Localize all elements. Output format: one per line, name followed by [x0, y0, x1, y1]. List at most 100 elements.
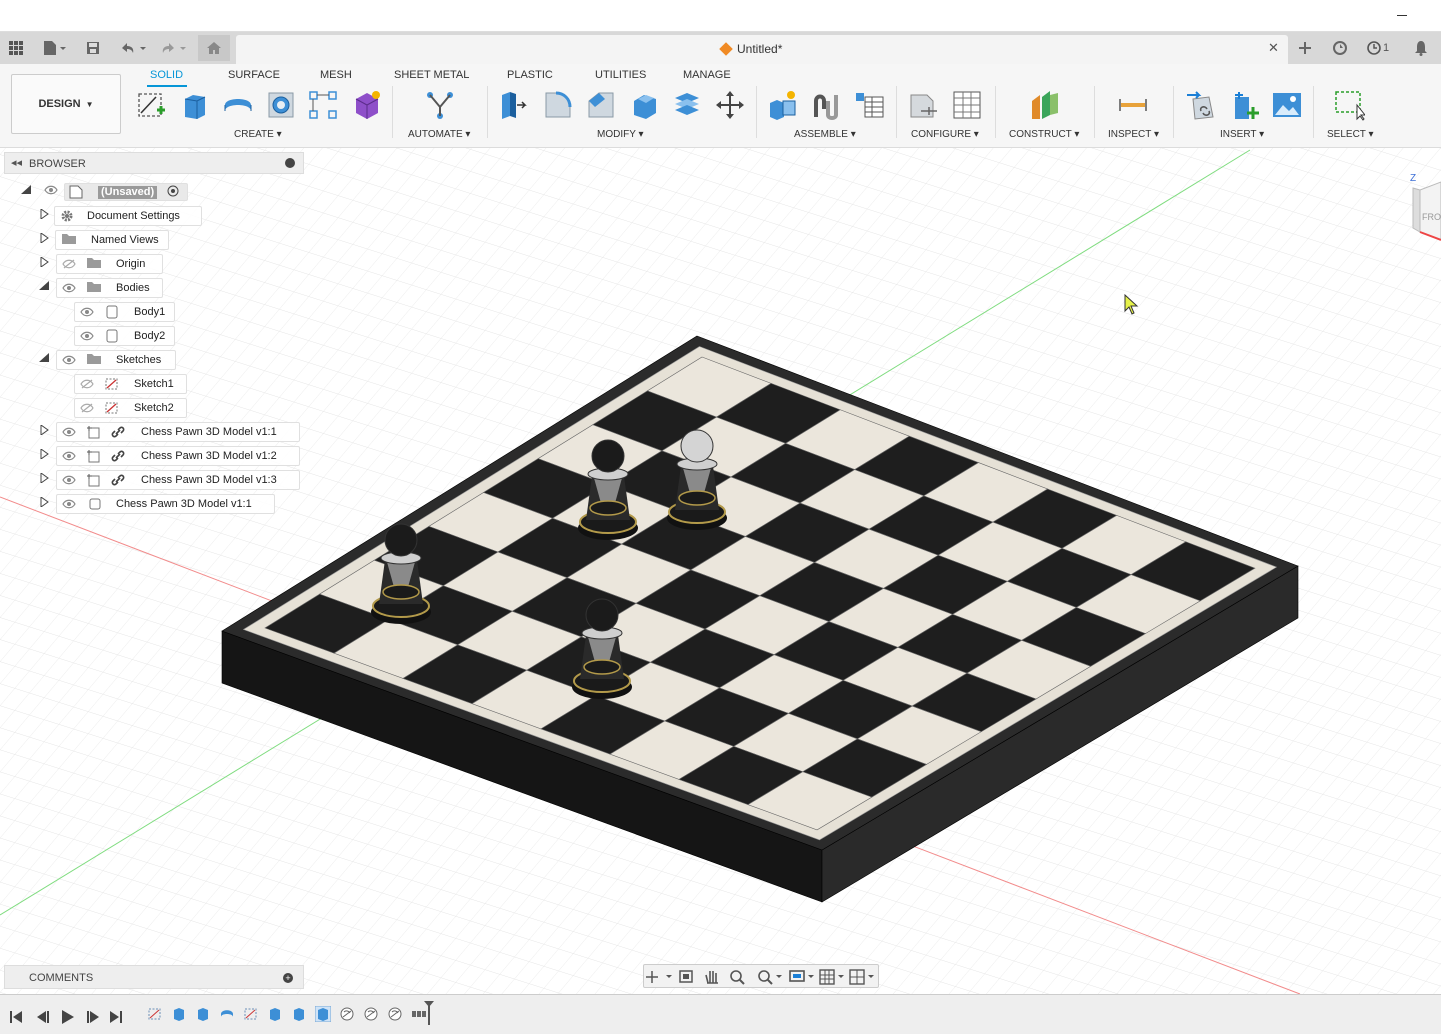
automate-icon[interactable] [423, 88, 457, 122]
split-body-icon[interactable] [670, 88, 704, 122]
redo-icon[interactable] [158, 38, 188, 58]
shell-icon[interactable] [627, 88, 661, 122]
step-forward-icon[interactable] [87, 1011, 99, 1023]
move-copy-icon[interactable] [713, 88, 747, 122]
visibility-eye-icon[interactable] [62, 499, 76, 509]
collapse-root-icon[interactable] [21, 185, 31, 195]
bill-of-materials-icon[interactable] [852, 88, 886, 122]
extrude-icon[interactable] [178, 88, 212, 122]
visibility-eye-icon[interactable] [62, 355, 76, 365]
browser-panel-header[interactable]: ◂◂ BROWSER [4, 152, 304, 174]
configure-menu[interactable]: CONFIGURE ▾ [911, 129, 979, 140]
undo-icon[interactable] [118, 38, 148, 58]
hidden-eye-icon[interactable] [80, 379, 94, 389]
inspect-menu[interactable]: INSPECT ▾ [1108, 129, 1159, 140]
assemble-menu[interactable]: ASSEMBLE ▾ [794, 129, 856, 140]
configuration-table-icon[interactable] [950, 88, 984, 122]
timeline-feature-extrude-icon[interactable] [195, 1006, 211, 1022]
file-menu-icon[interactable] [40, 38, 70, 58]
orbit-icon[interactable] [646, 971, 672, 983]
create-sketch-icon[interactable] [135, 88, 169, 122]
display-settings-icon[interactable] [789, 970, 814, 982]
timeline-feature-joint-icon[interactable] [339, 1006, 355, 1022]
expand-icon[interactable] [39, 496, 49, 508]
timeline-feature-sketch-icon[interactable] [243, 1006, 259, 1022]
expand-icon[interactable] [39, 232, 49, 244]
form-icon[interactable] [350, 88, 384, 122]
go-to-start-icon[interactable] [10, 1011, 22, 1023]
fit-icon[interactable] [758, 970, 782, 985]
fillet-icon[interactable] [541, 88, 575, 122]
hole-icon[interactable] [264, 88, 298, 122]
tab-utilities[interactable]: UTILITIES [595, 69, 646, 81]
root-visibility-eye-icon[interactable] [44, 185, 58, 195]
close-tab-icon[interactable]: ✕ [1268, 40, 1284, 56]
visibility-eye-icon[interactable] [62, 283, 76, 293]
zoom-icon[interactable] [730, 970, 745, 985]
apps-grid-icon[interactable] [8, 38, 24, 58]
insert-mesh-icon[interactable] [1228, 88, 1262, 122]
notifications-bell-icon[interactable] [1412, 38, 1430, 58]
tab-sheet-metal[interactable]: SHEET METAL [394, 69, 469, 81]
modify-menu[interactable]: MODIFY ▾ [597, 129, 644, 140]
collapse-icon[interactable] [39, 281, 49, 291]
play-icon[interactable] [62, 1010, 74, 1024]
home-icon[interactable] [198, 35, 230, 61]
new-component-icon[interactable] [766, 88, 800, 122]
select-window-icon[interactable] [1332, 88, 1366, 122]
configure-icon[interactable] [906, 88, 940, 122]
create-menu[interactable]: CREATE ▾ [234, 129, 282, 140]
job-status-button[interactable]: 1 [1364, 38, 1392, 58]
timeline-feature-extrude-icon[interactable] [171, 1006, 187, 1022]
activate-root-radio-icon[interactable] [167, 185, 179, 197]
expand-icon[interactable] [39, 208, 49, 220]
visibility-eye-icon[interactable] [62, 475, 76, 485]
pattern-icon[interactable] [306, 88, 340, 122]
extensions-icon[interactable] [1330, 38, 1350, 58]
visibility-eye-icon[interactable] [80, 307, 94, 317]
timeline-feature-sketch-icon[interactable] [147, 1006, 163, 1022]
viewcube[interactable]: Z FRO [1408, 168, 1441, 248]
expand-icon[interactable] [39, 472, 49, 484]
new-tab-icon[interactable] [1294, 38, 1316, 58]
measure-icon[interactable] [1116, 88, 1150, 122]
construct-menu[interactable]: CONSTRUCT ▾ [1009, 129, 1079, 140]
tab-manage[interactable]: MANAGE [683, 69, 731, 81]
visibility-eye-icon[interactable] [80, 331, 94, 341]
add-comment-icon[interactable]: + [283, 973, 293, 983]
offset-plane-icon[interactable] [1027, 88, 1061, 122]
hidden-eye-icon[interactable] [80, 403, 94, 413]
visibility-eye-icon[interactable] [62, 427, 76, 437]
expand-icon[interactable] [39, 256, 49, 268]
timeline-feature-joint-icon[interactable] [363, 1006, 379, 1022]
tab-mesh[interactable]: MESH [320, 69, 352, 81]
collapse-icon[interactable] [39, 353, 49, 363]
tab-surface[interactable]: SURFACE [228, 69, 280, 81]
timeline-feature-extrude-sel-icon[interactable] [314, 1005, 332, 1023]
comments-panel[interactable]: COMMENTS + [4, 965, 304, 989]
automate-menu[interactable]: AUTOMATE ▾ [408, 129, 470, 140]
timeline-feature-joint-icon[interactable] [387, 1006, 403, 1022]
hidden-eye-icon[interactable] [62, 259, 76, 269]
joint-icon[interactable] [809, 88, 843, 122]
go-to-end-icon[interactable] [110, 1011, 122, 1023]
visibility-eye-icon[interactable] [62, 451, 76, 461]
viewports-icon[interactable] [849, 969, 874, 985]
minimize-browser-icon[interactable] [285, 158, 295, 168]
timeline-feature-revolve-icon[interactable] [219, 1006, 235, 1022]
step-back-icon[interactable] [37, 1011, 49, 1023]
insert-menu[interactable]: INSERT ▾ [1220, 129, 1264, 140]
tab-solid[interactable]: SOLID [150, 69, 183, 81]
minimize-button[interactable] [1393, 8, 1413, 22]
workspace-switcher[interactable]: DESIGN ▼ [11, 74, 121, 134]
collapse-panel-icon[interactable]: ◂◂ [11, 156, 22, 169]
look-at-icon[interactable] [679, 970, 693, 983]
pan-hand-icon[interactable] [705, 971, 718, 984]
expand-icon[interactable] [39, 448, 49, 460]
expand-icon[interactable] [39, 424, 49, 436]
save-icon[interactable] [85, 38, 101, 58]
timeline-feature-joint-more-icon[interactable] [411, 1006, 427, 1022]
timeline-feature-extrude-icon[interactable] [267, 1006, 283, 1022]
insert-derive-icon[interactable] [1184, 88, 1218, 122]
press-pull-icon[interactable] [497, 88, 531, 122]
